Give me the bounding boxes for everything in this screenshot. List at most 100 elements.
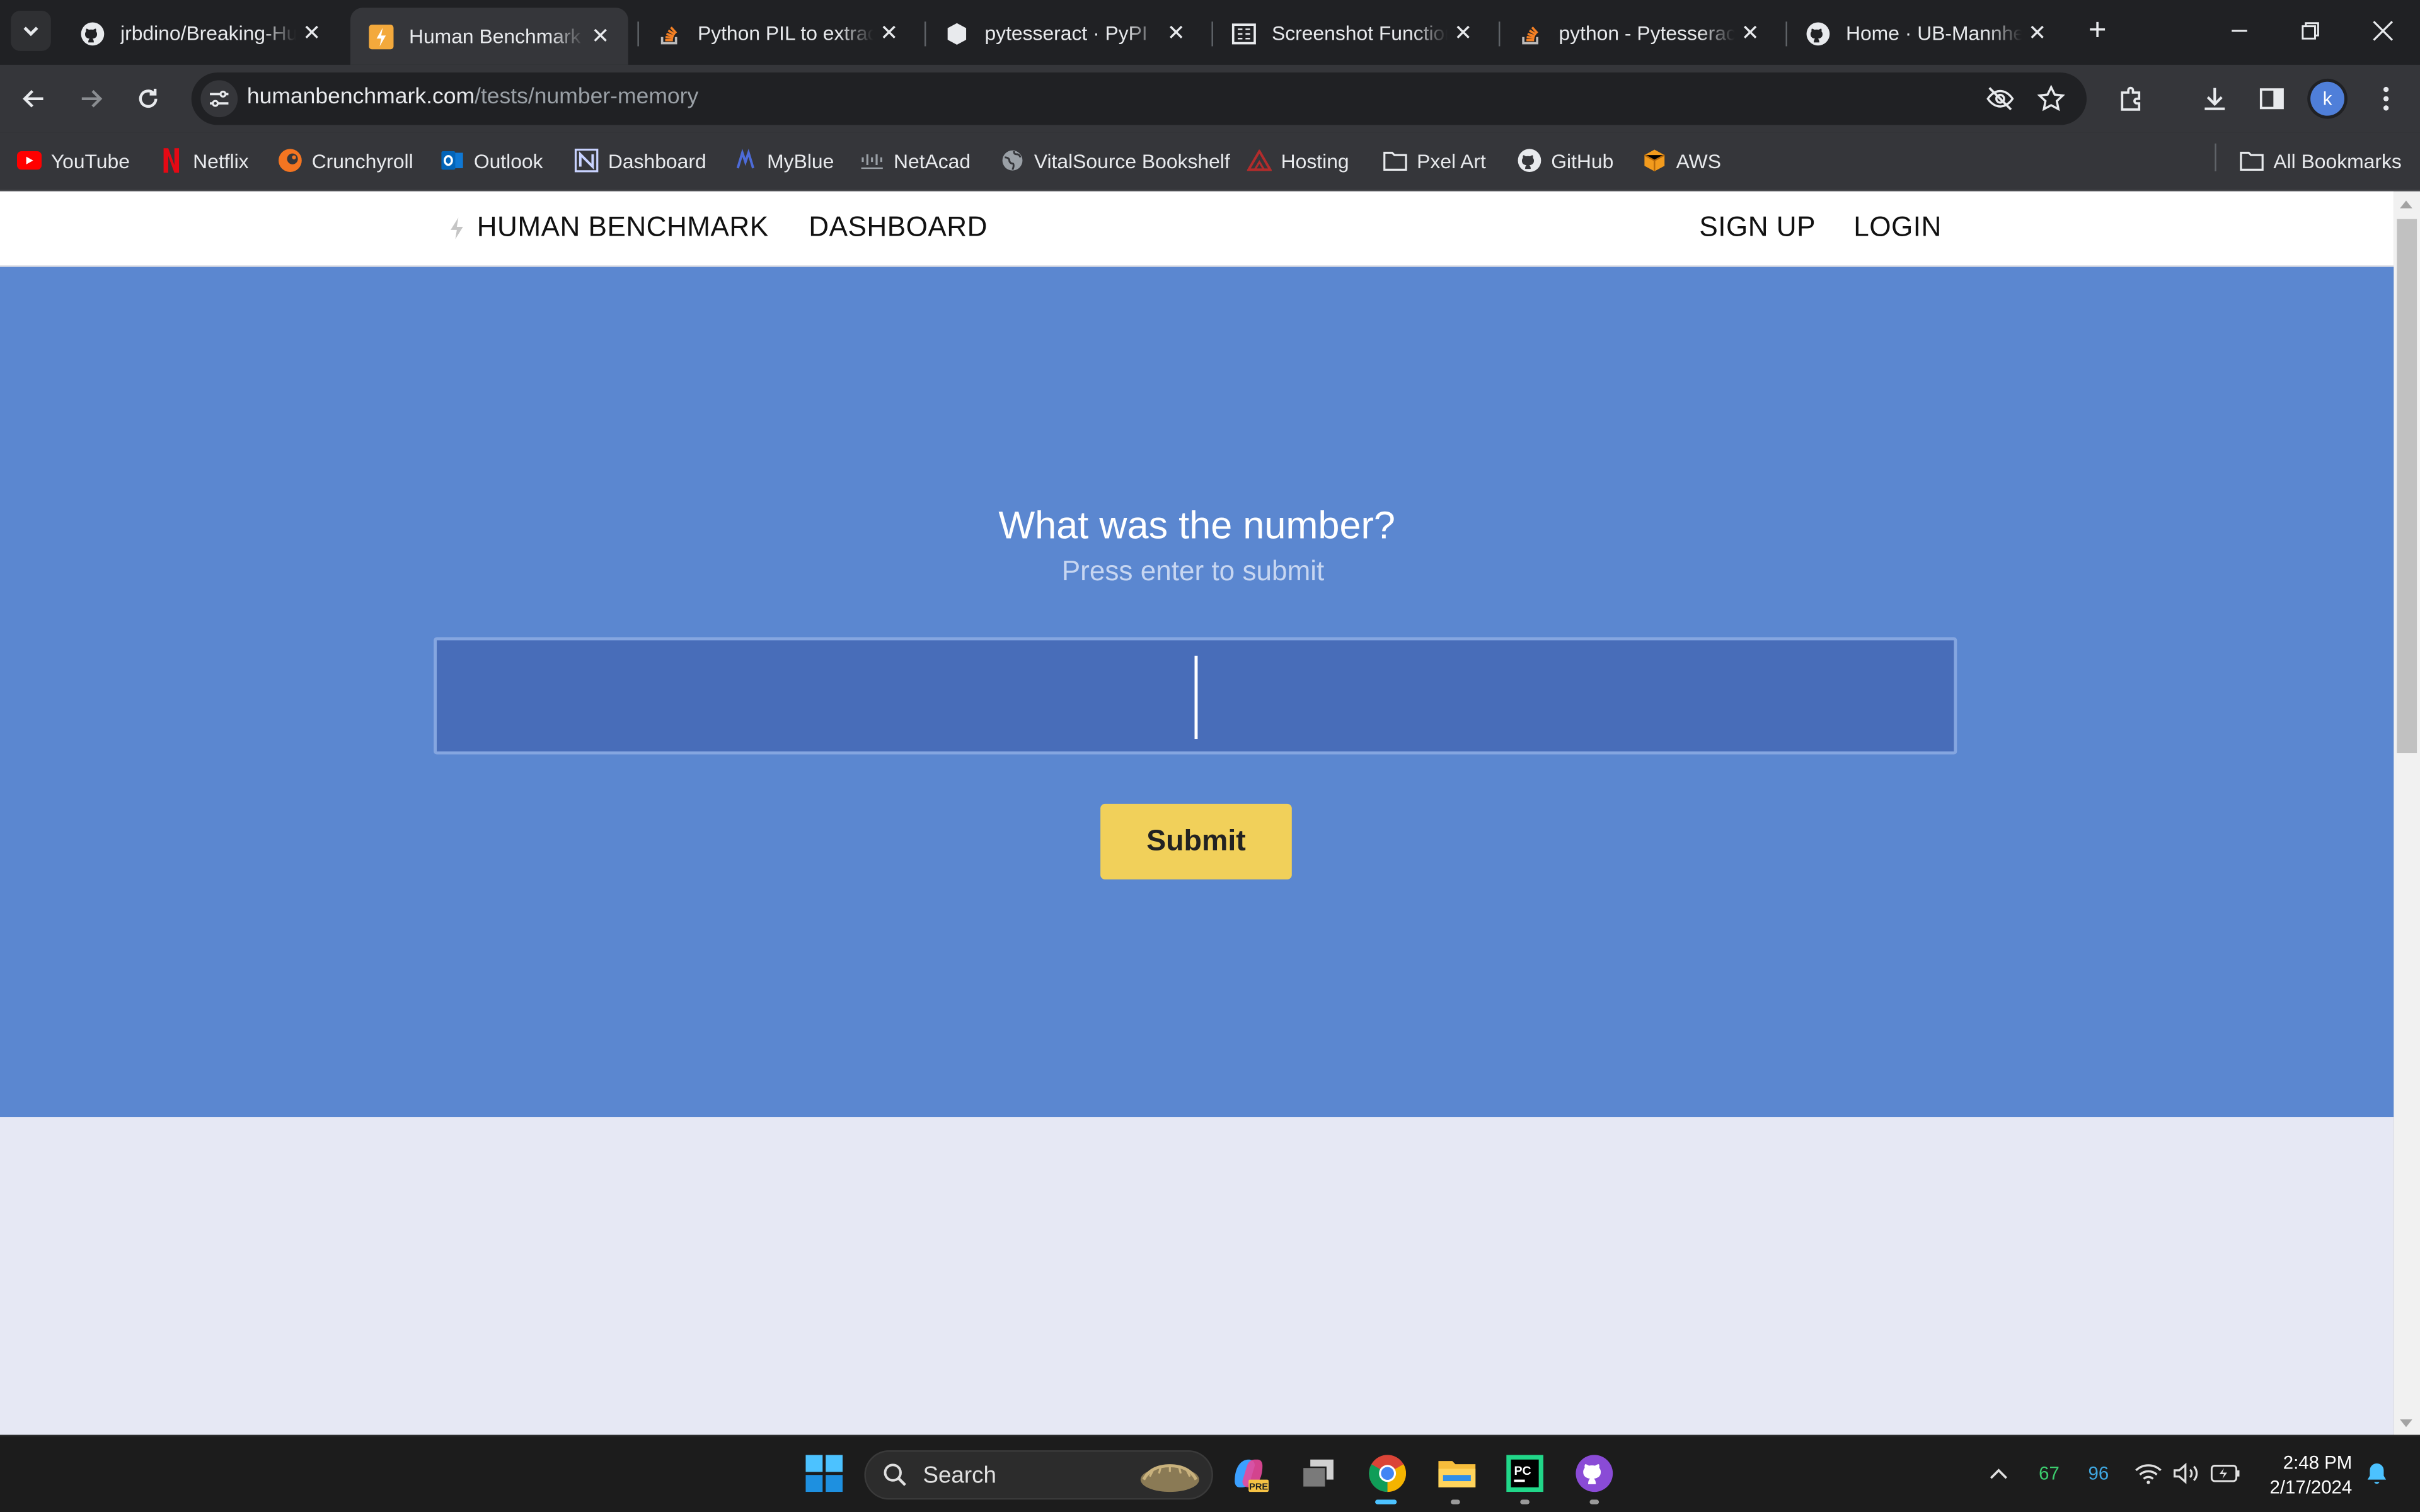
search-highlight-illustration-icon — [1140, 1464, 1199, 1492]
close-window-button[interactable] — [2348, 0, 2419, 62]
star-icon — [2037, 84, 2065, 112]
battery-button[interactable] — [2207, 1452, 2244, 1495]
bookmark-vitalsource[interactable]: VitalSource Bookshelf — [1000, 145, 1230, 176]
bookmark-label: Dashboard — [608, 149, 706, 173]
tab-5[interactable]: python - Pytesseract ✕ — [1500, 8, 1778, 59]
bookmark-dashboard[interactable]: Dashboard — [574, 145, 706, 176]
bookmark-youtube[interactable]: YouTube — [16, 145, 130, 176]
text-caret — [1194, 655, 1198, 740]
new-tab-button[interactable]: + — [2080, 15, 2114, 49]
test-panel: What was the number? Press enter to subm… — [0, 266, 2394, 1118]
tab-0[interactable]: jrbdino/Breaking-Human-Benchmark ✕ — [62, 8, 340, 59]
taskbar-search-label: Search — [923, 1462, 996, 1489]
scroll-up-arrow-icon[interactable] — [2400, 200, 2412, 209]
taskbar-search-box[interactable]: Search — [864, 1450, 1213, 1500]
page-scrollbar[interactable] — [2394, 191, 2420, 1435]
bookmark-star-button[interactable] — [2029, 77, 2073, 120]
copilot-button[interactable]: PRE — [1227, 1452, 1270, 1495]
reload-icon — [139, 88, 158, 108]
tab-separator — [1211, 21, 1213, 47]
show-hidden-icons-button[interactable] — [1980, 1452, 2017, 1495]
back-arrow-icon — [23, 89, 43, 108]
bell-icon — [2367, 1463, 2387, 1484]
puzzle-icon — [2121, 86, 2141, 111]
crunchyroll-icon — [278, 148, 302, 173]
bookmark-outlook[interactable]: Outlook — [440, 145, 543, 176]
file-explorer-button[interactable] — [1436, 1452, 1479, 1495]
volume-button[interactable] — [2169, 1452, 2206, 1495]
close-icon[interactable]: ✕ — [1161, 20, 1192, 47]
more-vert-icon — [2383, 86, 2389, 111]
url-text[interactable]: humanbenchmark.com/tests/number-memory — [247, 85, 698, 110]
extensions-button[interactable] — [2110, 77, 2153, 120]
tab-4[interactable]: Screenshot Functions ✕ — [1213, 8, 1491, 59]
close-icon[interactable]: ✕ — [2022, 20, 2053, 47]
tab-separator — [1785, 21, 1787, 47]
pypi-icon — [945, 21, 969, 45]
reload-button[interactable] — [127, 77, 170, 120]
close-icon[interactable]: ✕ — [1735, 20, 1766, 47]
address-bar[interactable]: humanbenchmark.com/tests/number-memory — [191, 72, 2087, 125]
notifications-button[interactable] — [2358, 1452, 2395, 1495]
system-clock[interactable]: 2:48 PM 2/17/2024 — [2262, 1450, 2352, 1499]
tray-monitor-value-1[interactable]: 67 — [2039, 1463, 2060, 1484]
bookmark-folder-pxel-art[interactable]: Pxel Art — [1383, 145, 1486, 176]
running-indicator — [1520, 1499, 1530, 1504]
scrollbar-thumb[interactable] — [2397, 219, 2417, 753]
back-button[interactable] — [13, 77, 56, 120]
close-icon[interactable]: ✕ — [873, 20, 904, 47]
tab-6[interactable]: Home · UB-Mannheim/tesseract Wiki ✕ — [1787, 8, 2065, 59]
site-info-button[interactable] — [200, 80, 238, 118]
bookmark-github[interactable]: GitHub — [1517, 145, 1613, 176]
page-viewport: HUMAN BENCHMARK DASHBOARD SIGN UP LOGIN … — [0, 191, 2394, 1435]
minimize-button[interactable] — [2204, 0, 2275, 62]
bookmark-label: Hosting — [1281, 149, 1349, 173]
forward-button[interactable] — [69, 77, 113, 120]
network-button[interactable] — [2130, 1452, 2167, 1495]
tab-title: Home · UB-Mannheim/tesseract Wiki — [1845, 21, 2022, 45]
close-icon[interactable]: ✕ — [1448, 20, 1478, 47]
downloads-button[interactable] — [2193, 77, 2237, 120]
tab-3[interactable]: pytesseract · PyPI ✕ — [926, 8, 1204, 59]
restore-button[interactable] — [2275, 0, 2346, 62]
eye-off-icon — [1986, 87, 2014, 111]
profile-avatar[interactable]: k — [2310, 81, 2345, 116]
bookmark-netflix[interactable]: Netflix — [159, 145, 249, 176]
submit-hint: Press enter to submit — [1061, 555, 1325, 587]
youtube-icon — [16, 148, 42, 173]
url-path: /tests/number-memory — [475, 84, 699, 110]
close-icon[interactable]: ✕ — [585, 23, 616, 50]
tab-separator — [637, 21, 639, 47]
bookmark-label: YouTube — [50, 149, 130, 173]
pycharm-button[interactable]: PC — [1503, 1452, 1547, 1495]
bookmark-aws[interactable]: AWS — [1642, 145, 1721, 176]
start-button[interactable] — [802, 1452, 846, 1495]
nav-dashboard[interactable]: DASHBOARD — [809, 212, 988, 244]
task-view-button[interactable] — [1296, 1452, 1340, 1495]
tray-monitor-value-2[interactable]: 96 — [2088, 1463, 2109, 1484]
bookmark-myblue[interactable]: MyBlue — [733, 145, 834, 176]
brand-link[interactable]: HUMAN BENCHMARK — [447, 212, 768, 244]
cisco-icon — [860, 148, 884, 173]
tab-2[interactable]: Python PIL to extract number from image … — [639, 8, 917, 59]
docs-icon — [1231, 21, 1256, 45]
submit-button[interactable]: Submit — [1100, 803, 1292, 879]
all-bookmarks-button[interactable]: All Bookmarks — [2239, 145, 2402, 176]
bookmark-hosting[interactable]: Hosting — [1247, 145, 1349, 176]
globe-icon — [1000, 148, 1025, 173]
menu-button[interactable] — [2365, 77, 2408, 120]
nav-login[interactable]: LOGIN — [1853, 212, 1942, 244]
chrome-taskbar-button[interactable] — [1366, 1452, 1409, 1495]
tracking-protection-button[interactable] — [1979, 77, 2022, 120]
brand-label: HUMAN BENCHMARK — [476, 211, 769, 243]
github-desktop-button[interactable] — [1573, 1452, 1616, 1495]
tab-search-button[interactable] — [11, 11, 51, 51]
scroll-down-arrow-icon[interactable] — [2400, 1419, 2412, 1428]
folder-icon — [2239, 148, 2264, 173]
bookmark-netacad[interactable]: NetAcad — [860, 145, 971, 176]
close-icon[interactable]: ✕ — [296, 20, 327, 47]
bookmark-crunchyroll[interactable]: Crunchyroll — [278, 145, 413, 176]
nav-signup[interactable]: SIGN UP — [1699, 212, 1816, 244]
side-panel-button[interactable] — [2250, 77, 2294, 120]
tab-1[interactable]: Human Benchmark - Number Memory ✕ — [350, 8, 628, 65]
